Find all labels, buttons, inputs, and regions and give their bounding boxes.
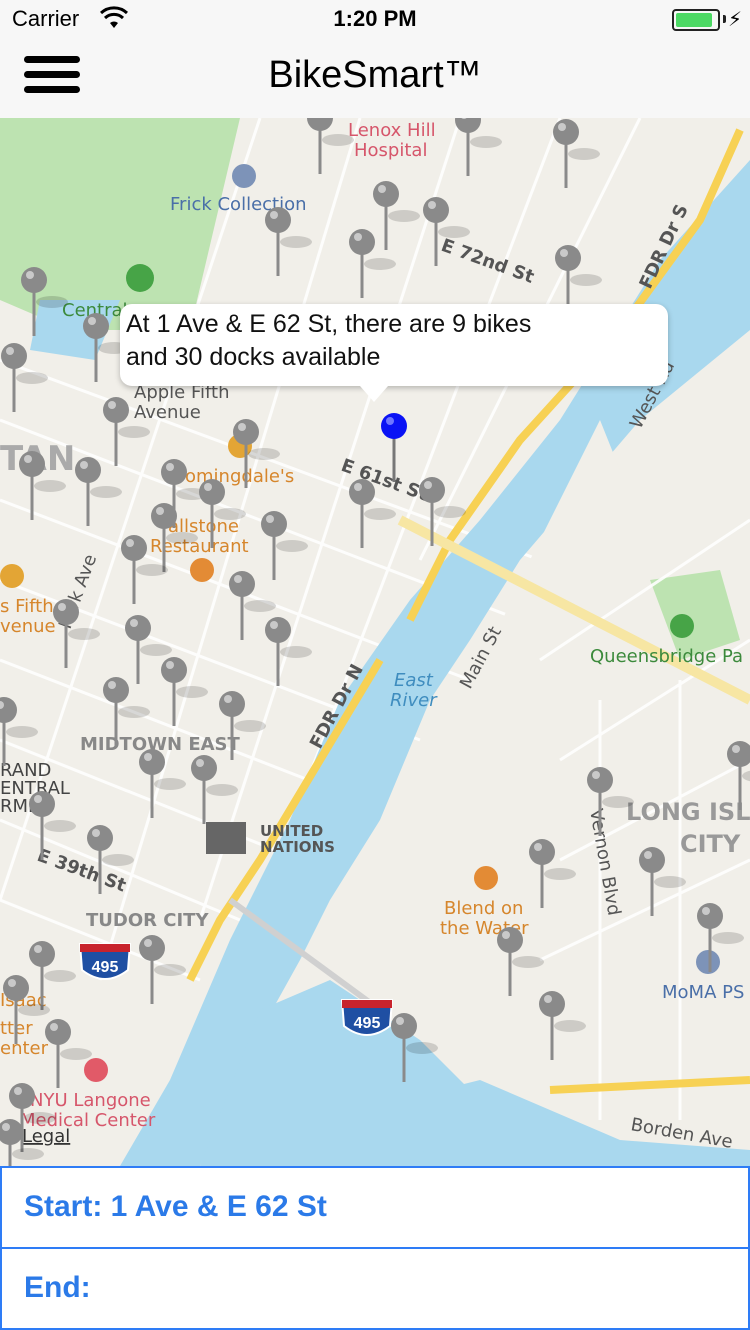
restaurant-icon (474, 866, 498, 890)
enter-label: enter (0, 1038, 49, 1059)
midtown-east-label: MIDTOWN EAST (80, 734, 241, 755)
callout-tail (360, 386, 388, 402)
long-island-city-label-1: LONG ISLA (626, 798, 750, 826)
long-island-city-label-2: CITY (680, 830, 741, 858)
united-nations-building-icon (206, 822, 246, 854)
shopping-icon (0, 564, 24, 588)
callout-line-2: and 30 docks available (126, 343, 381, 371)
station-callout[interactable]: At 1 Ave & E 62 St, there are 9 bikes an… (120, 304, 668, 386)
lenox-hill-label: Lenox Hill (348, 120, 436, 141)
callout-line-1: At 1 Ave & E 62 St, there are 9 bikes (126, 310, 532, 338)
saks-label-2: venue (0, 616, 56, 637)
status-bar: Carrier 1:20 PM ⚡ (0, 0, 750, 40)
zoo-icon (126, 264, 154, 292)
blend-label-1: Blend on (444, 898, 523, 919)
end-station-field[interactable]: End: (0, 1249, 750, 1330)
start-station-field[interactable]: Start: 1 Ave & E 62 St (0, 1166, 750, 1249)
united-nations-label-2: NATIONS (260, 838, 335, 856)
svg-text:495: 495 (354, 1015, 381, 1032)
app-title: BikeSmart™ (268, 54, 482, 96)
moma-ps1-label: MoMA PS (662, 982, 744, 1003)
map-canvas[interactable]: Lenox Hill Hospital Frick Collection Cen… (0, 118, 750, 1166)
tudor-city-label: TUDOR CITY (86, 910, 209, 931)
east-river-label-2: River (390, 690, 438, 711)
bloomingdales-label: oomingdale's (174, 466, 294, 487)
navigation-bar: BikeSmart™ (0, 40, 750, 119)
i495-shield-icon: 495 (78, 943, 132, 980)
svg-text:495: 495 (92, 959, 119, 976)
museum-icon (696, 950, 720, 974)
apple-avenue-label: Avenue (134, 402, 201, 423)
clock-time: 1:20 PM (333, 6, 417, 31)
saks-label-1: s Fifth (0, 596, 54, 617)
battery-tip (723, 15, 726, 23)
queensbridge-park-label: Queensbridge Pa (590, 646, 743, 667)
battery-icon (672, 9, 720, 31)
map-legal-link: Legal (22, 1126, 70, 1147)
start-station-label: Start: 1 Ave & E 62 St (24, 1190, 327, 1223)
nyu-langone-label-1: NYU Langone (30, 1090, 151, 1111)
map-view[interactable]: Lenox Hill Hospital Frick Collection Cen… (0, 118, 750, 1166)
east-river-label-1: East (394, 670, 434, 691)
hospital-icon (84, 1058, 108, 1082)
grand-central-label-3: RMI (0, 796, 33, 817)
park-icon (670, 614, 694, 638)
end-station-label: End: (24, 1271, 91, 1304)
restaurant-icon (190, 558, 214, 582)
museum-icon (232, 164, 256, 188)
i495-shield-icon: 495 (340, 999, 394, 1036)
hospital-label: Hospital (354, 140, 427, 161)
charging-icon: ⚡ (727, 9, 742, 31)
